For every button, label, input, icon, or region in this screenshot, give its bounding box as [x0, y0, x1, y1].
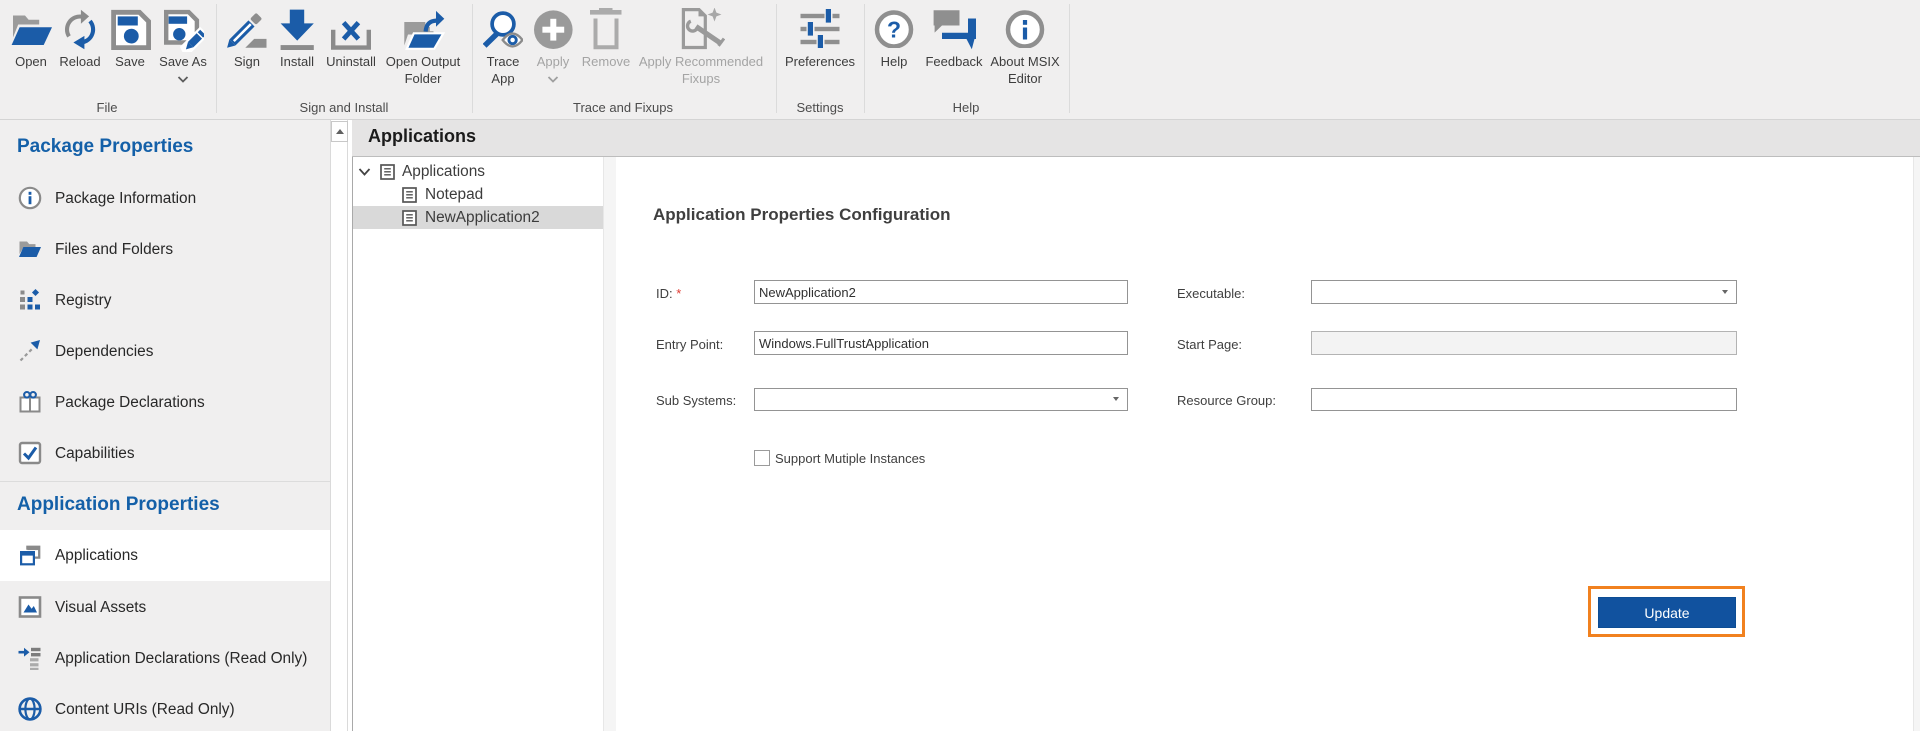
svg-text:?: ?: [887, 17, 901, 43]
